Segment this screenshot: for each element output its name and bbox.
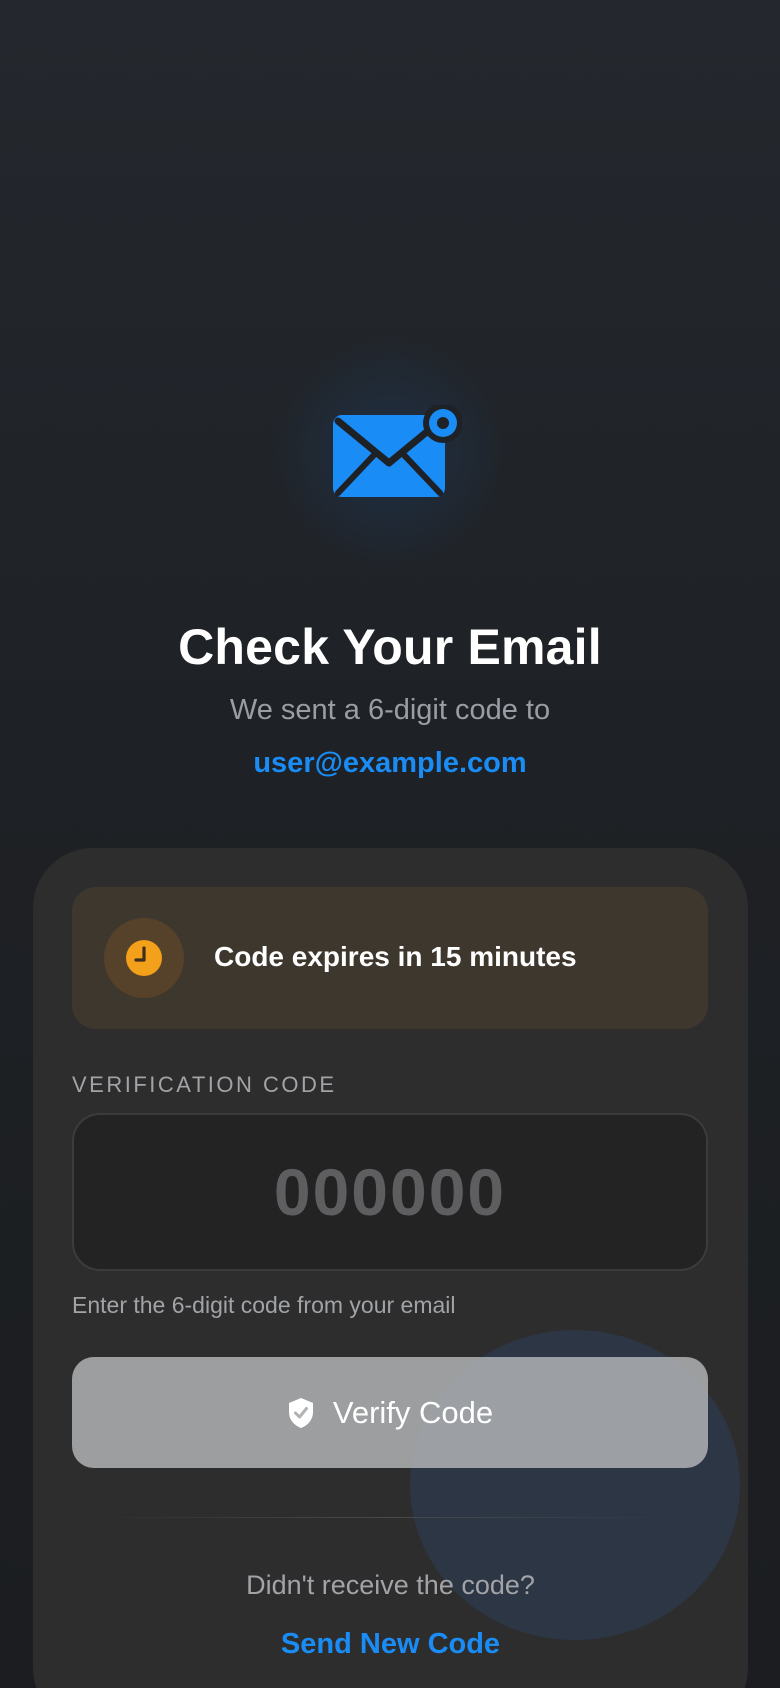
email-notification-icon bbox=[333, 405, 462, 497]
verification-code-label: VERIFICATION CODE bbox=[72, 1072, 337, 1097]
verification-code-input[interactable] bbox=[72, 1113, 708, 1271]
verify-code-button[interactable]: Verify Code bbox=[72, 1357, 708, 1468]
resend-prompt: Didn't receive the code? bbox=[246, 1570, 535, 1600]
expiry-text: Code expires in 15 minutes bbox=[214, 941, 577, 972]
clock-icon-badge bbox=[104, 918, 184, 998]
verification-code-hint: Enter the 6-digit code from your email bbox=[72, 1292, 456, 1318]
verify-button-label: Verify Code bbox=[332, 1394, 494, 1430]
page-subtitle: We sent a 6-digit code to bbox=[229, 694, 551, 726]
shield-check-icon bbox=[288, 1397, 313, 1428]
divider bbox=[93, 1517, 688, 1518]
verification-card: Code expires in 15 minutes VERIFICATION … bbox=[33, 848, 748, 1688]
expiry-notice: Code expires in 15 minutes bbox=[72, 887, 708, 1029]
page-title: Check Your Email bbox=[178, 619, 602, 675]
clock-icon bbox=[126, 940, 162, 976]
send-new-code-link[interactable]: Send New Code bbox=[33, 1628, 748, 1661]
recipient-email: user@example.com bbox=[253, 747, 527, 779]
